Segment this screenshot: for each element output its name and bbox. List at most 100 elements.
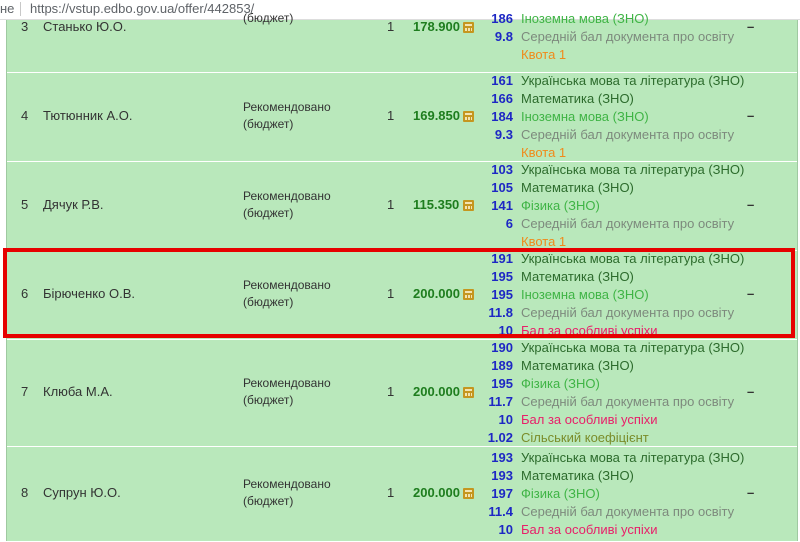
status-text: (бюджет) [243,10,293,27]
component-name: Іноземна мова (ЗНО) [521,287,649,302]
action-dash: – [747,286,755,301]
component-value: 195 [491,376,513,391]
status-text: Рекомендовано (бюджет) [243,277,331,311]
component-value: 9.8 [494,29,513,44]
status-text: Рекомендовано (бюджет) [243,188,331,222]
calculator-icon[interactable] [463,289,474,300]
table-row: 5 Дячук Р.В. Рекомендовано (бюджет) 1 115.350… [7,162,797,251]
component-name: Іноземна мова (ЗНО) [521,109,649,124]
priority: 1 [387,286,395,301]
competitive-score: 178.900 [413,19,460,34]
status-line-1: Рекомендовано [243,278,331,292]
component-value [479,233,513,251]
status-text: Рекомендовано (бюджет) [243,476,331,510]
component-name: Іноземна мова (ЗНО) [521,11,649,26]
component-value: 193 [491,468,513,483]
component-value: 191 [491,251,513,266]
component-value: 11.8 [488,305,513,320]
calculator-icon[interactable] [463,488,474,499]
action-dash: – [747,485,755,500]
component-value: 166 [491,91,513,106]
component-value: 10 [498,522,513,537]
component-name: Фізика (ЗНО) [521,376,600,391]
status-text: Рекомендовано (бюджет) [243,375,331,409]
component-name: Квота 1 [521,145,567,160]
component-value: 197 [491,486,513,501]
competitive-score: 200.000 [413,286,460,301]
status-line-1: Рекомендовано [243,189,331,203]
component-name: Математика (ЗНО) [521,358,634,373]
component-value: 1.02 [487,430,513,445]
status-line-1: Рекомендовано [243,477,331,491]
component-value [479,144,513,162]
component-value: 186 [491,11,513,26]
calculator-icon[interactable] [463,111,474,122]
status-line-1: Рекомендовано [243,100,331,114]
status-line-2: (бюджет) [243,494,294,508]
component-name: Середній бал документа про освіту [521,394,735,409]
priority: 1 [387,197,395,212]
component-name: Середній бал документа про освіту [521,305,735,320]
component-name: Середній бал документа про освіту [521,504,735,519]
competitive-score: 115.350 [413,197,460,212]
applicants-table: 3 Станько Ю.О. (бюджет) 1 178.900 – 186 Іноземн… [6,11,798,542]
component-name: Українська мова та література (ЗНО) [521,450,745,465]
component-name: Бал за особливі успіхи [521,412,658,427]
component-name: Фізика (ЗНО) [521,198,600,213]
competitive-score: 200.000 [413,485,460,500]
action-dash: – [747,197,755,212]
table-row: 3 Станько Ю.О. (бюджет) 1 178.900 – 186 Іноземн… [7,10,797,73]
status-line-2: (бюджет) [243,295,294,309]
applicant-name: Станько Ю.О. [43,19,127,34]
component-name: Математика (ЗНО) [521,91,634,106]
table-row: 7 Клюба М.А. Рекомендовано (бюджет) 1 200.000… [7,340,797,447]
calculator-icon[interactable] [463,387,474,398]
applicant-name: Бірюченко О.В. [43,286,135,301]
component-name: Квота 1 [521,234,567,249]
applicant-name: Дячук Р.В. [43,197,104,212]
component-name: Українська мова та література (ЗНО) [521,251,745,266]
status-line-2: (бюджет) [243,206,294,220]
component-value: 6 [505,216,513,231]
component-name: Фізика (ЗНО) [521,486,600,501]
applicant-name: Тютюнник А.О. [43,108,133,123]
applicant-name: Супрун Ю.О. [43,485,121,500]
component-value: 11.4 [488,504,513,519]
component-value: 190 [491,340,513,355]
row-number: 7 [21,384,29,399]
component-value: 195 [491,287,513,302]
component-value: 9.3 [494,127,513,142]
component-name: Українська мова та література (ЗНО) [521,162,745,177]
calculator-icon[interactable] [463,200,474,211]
component-name: Середній бал документа про освіту [521,127,735,142]
row-number: 6 [21,286,29,301]
action-dash: – [747,19,755,34]
component-name: Математика (ЗНО) [521,468,634,483]
component-name: Бал за особливі успіхи [521,323,658,338]
row-number: 3 [21,19,29,34]
component-value: 103 [491,162,513,177]
component-name: Українська мова та література (ЗНО) [521,340,745,355]
component-name: Українська мова та література (ЗНО) [521,73,745,88]
component-name: Середній бал документа про освіту [521,29,735,44]
component-value: 184 [491,109,513,124]
component-value: 10 [498,323,513,338]
row-number: 4 [21,108,29,123]
priority: 1 [387,485,395,500]
priority: 1 [387,108,395,123]
component-value: 10 [498,412,513,427]
component-name: Математика (ЗНО) [521,180,634,195]
status-line-2: (бюджет) [243,393,294,407]
competitive-score: 169.850 [413,108,460,123]
status-line-1: Рекомендовано [243,376,331,390]
table-row: 6 Бірюченко О.В. Рекомендовано (бюджет) 1 200… [7,251,797,340]
calculator-icon[interactable] [463,22,474,33]
component-name: Бал за особливі успіхи [521,522,658,537]
priority: 1 [387,19,395,34]
action-dash: – [747,384,755,399]
component-value: 193 [491,450,513,465]
component-name: Середній бал документа про освіту [521,216,735,231]
status-text: Рекомендовано (бюджет) [243,99,331,133]
row-number: 5 [21,197,29,212]
applicant-name: Клюба М.А. [43,384,113,399]
